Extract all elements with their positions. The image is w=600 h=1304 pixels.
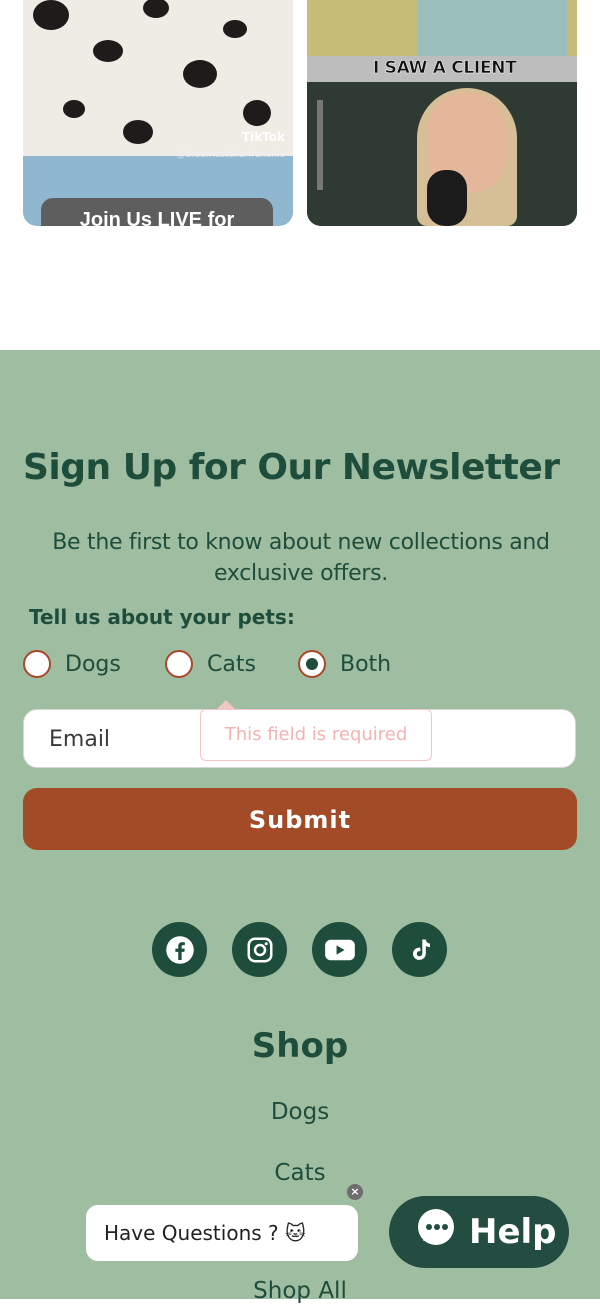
newsletter-section: Sign Up for Our Newsletter Be the first …: [0, 350, 600, 1304]
dalmatian-image: [23, 0, 293, 226]
tiktok-icon[interactable]: [392, 922, 447, 977]
help-label: Help: [469, 1212, 557, 1252]
video-card-dog[interactable]: TikTok @dreamcatcherfrenchie Join Us LIV…: [23, 0, 293, 226]
video-caption: I SAW A CLIENT: [373, 58, 517, 79]
newsletter-subtitle: Be the first to know about new collectio…: [52, 530, 550, 586]
radio-circle-dogs[interactable]: [23, 650, 51, 678]
radio-label-dogs: Dogs: [65, 651, 121, 677]
validation-tooltip: This field is required: [200, 700, 432, 761]
radio-circle-cats[interactable]: [165, 650, 193, 678]
tiktok-watermark: TikTok: [241, 130, 285, 144]
live-caption-pill: Join Us LIVE for: [41, 198, 273, 226]
radio-label-both: Both: [340, 651, 392, 677]
shop-link-all[interactable]: Shop All: [0, 1278, 600, 1304]
instagram-icon[interactable]: [232, 922, 287, 977]
chat-icon: [415, 1208, 457, 1257]
help-button[interactable]: Help: [389, 1196, 569, 1268]
video-strip: TikTok @dreamcatcherfrenchie Join Us LIV…: [0, 0, 600, 350]
facebook-icon[interactable]: [152, 922, 207, 977]
close-icon[interactable]: ×: [347, 1184, 363, 1200]
video-card-client[interactable]: I SAW A CLIENT: [307, 0, 577, 226]
social-links: [152, 922, 447, 977]
shop-link-dogs[interactable]: Dogs: [0, 1099, 600, 1125]
microphone: [427, 170, 467, 226]
youtube-icon[interactable]: [312, 922, 367, 977]
lamp: [317, 100, 393, 190]
submit-button[interactable]: Submit: [23, 788, 577, 850]
shop-link-cats[interactable]: Cats: [0, 1160, 600, 1186]
radio-both[interactable]: Both: [298, 650, 391, 678]
radio-label-cats: Cats: [207, 651, 256, 677]
radio-circle-both[interactable]: [298, 650, 326, 678]
newsletter-title: Sign Up for Our Newsletter: [23, 447, 560, 488]
radio-dogs[interactable]: Dogs: [23, 650, 121, 678]
pets-label: Tell us about your pets:: [29, 605, 295, 629]
tiktok-handle: @dreamcatcherfrenchie: [176, 150, 285, 160]
top-frame-person: [417, 0, 567, 56]
radio-cats[interactable]: Cats: [165, 650, 256, 678]
shop-heading: Shop: [251, 1026, 349, 1066]
chat-prompt-bubble[interactable]: Have Questions ? 🐱: [86, 1205, 358, 1261]
